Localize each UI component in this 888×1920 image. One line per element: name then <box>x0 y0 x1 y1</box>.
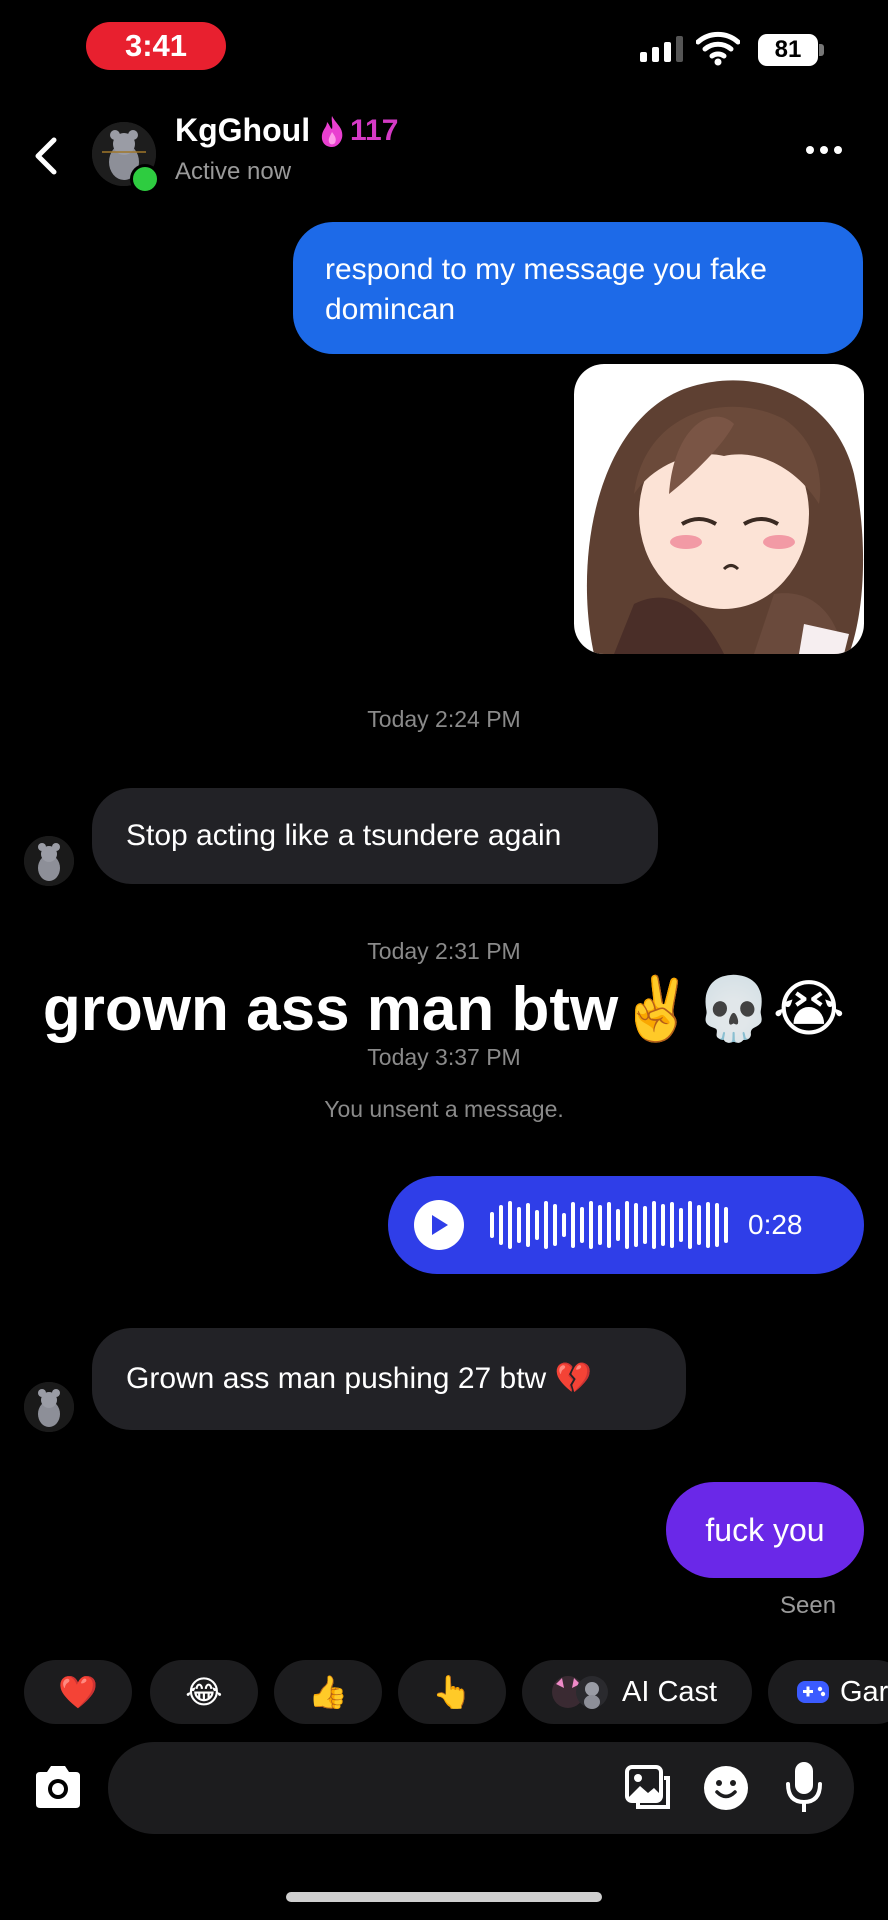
received-message-text: Grown ass man pushing 27 btw 💔 <box>126 1362 592 1395</box>
games-chip[interactable]: Gar <box>768 1660 888 1724</box>
ai-cast-chip[interactable]: AI Cast <box>522 1660 752 1724</box>
camera-icon[interactable] <box>30 1762 86 1812</box>
contact-avatar-small[interactable] <box>24 1382 74 1432</box>
more-options-icon[interactable] <box>806 146 842 154</box>
games-label: Gar <box>840 1675 888 1708</box>
flame-icon <box>321 116 343 147</box>
sticker-icon[interactable] <box>702 1764 750 1812</box>
quick-reaction-laugh[interactable]: 😂 <box>150 1660 258 1724</box>
waveform <box>490 1195 728 1255</box>
signal-icon <box>640 36 683 62</box>
home-indicator <box>286 1892 602 1902</box>
quick-reaction-heart[interactable]: ❤️ <box>24 1660 132 1724</box>
ai-cast-avatars-icon <box>552 1676 608 1709</box>
timestamp: Today 2:31 PM <box>367 938 521 964</box>
gamepad-icon <box>797 1681 829 1703</box>
battery-icon: 81 <box>758 34 818 66</box>
ai-cast-label: AI Cast <box>622 1675 718 1708</box>
quick-reaction-point-up[interactable]: 👆 <box>398 1660 506 1724</box>
gallery-icon[interactable] <box>624 1764 672 1810</box>
timestamp: Today 2:24 PM <box>367 706 521 732</box>
received-message[interactable]: Stop acting like a tsundere again <box>92 788 658 884</box>
wifi-icon <box>696 31 740 66</box>
received-message-text: Stop acting like a tsundere again <box>126 819 562 852</box>
battery-tip <box>819 44 824 56</box>
received-message[interactable]: Grown ass man pushing 27 btw 💔 <box>92 1328 686 1430</box>
contact-avatar-small[interactable] <box>24 836 74 886</box>
anime-sticker[interactable] <box>574 364 864 654</box>
seen-status: Seen <box>780 1592 837 1619</box>
unsent-notice: You unsent a message. <box>324 1096 564 1122</box>
play-icon[interactable] <box>414 1200 464 1250</box>
contact-name[interactable]: KgGhoul <box>175 112 310 149</box>
sent-message[interactable]: fuck you <box>666 1482 864 1578</box>
online-indicator <box>130 164 160 194</box>
microphone-icon[interactable] <box>784 1760 824 1814</box>
quick-reaction-thumbs-up[interactable]: 👍 <box>274 1660 382 1724</box>
timestamp: Today 3:37 PM <box>367 1044 521 1070</box>
active-status: Active now <box>175 158 292 185</box>
voice-message[interactable]: 0:28 <box>388 1176 864 1274</box>
sent-message[interactable]: respond to my message you fake domincan <box>293 222 863 354</box>
status-time: 3:41 <box>86 22 226 70</box>
voice-duration: 0:28 <box>748 1209 803 1240</box>
back-icon[interactable] <box>30 136 64 176</box>
overlay-caption: grown ass man btw✌️💀😭 <box>42 975 846 1044</box>
streak-count: 117 <box>350 114 399 147</box>
